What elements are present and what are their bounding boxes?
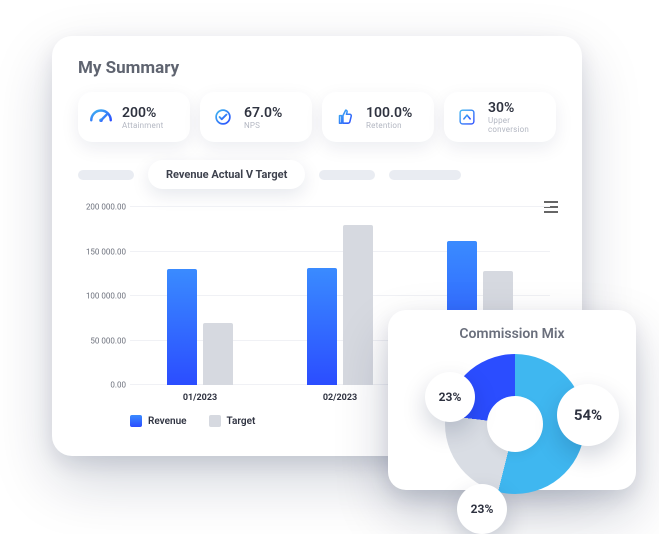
slice-label-b: 23% — [425, 372, 475, 422]
tab-placeholder[interactable] — [78, 170, 134, 180]
bar-group — [130, 207, 270, 385]
y-tick: 50 000.00 — [78, 336, 126, 345]
y-tick: 150 000.00 — [78, 247, 126, 256]
check-circle-icon — [210, 104, 236, 130]
tab-placeholder[interactable] — [389, 170, 461, 180]
caret-up-square-icon — [454, 104, 480, 130]
gauge-icon — [88, 104, 114, 130]
kpi-label: NPS — [244, 121, 282, 130]
kpi-retention[interactable]: 100.0% Retention — [322, 92, 434, 142]
bar-target[interactable] — [203, 323, 233, 385]
page-title: My Summary — [78, 58, 556, 78]
thumbs-up-icon — [332, 104, 358, 130]
chart-legend: Revenue Target — [130, 415, 255, 427]
kpi-upper-conversion[interactable]: 30% Upper conversion — [444, 92, 556, 142]
commission-donut: 54% 23% 23% — [427, 348, 597, 518]
commission-mix-title: Commission Mix — [404, 326, 620, 342]
y-tick: 0.00 — [78, 381, 126, 390]
kpi-label: Attainment — [122, 121, 163, 130]
kpi-value: 67.0% — [244, 105, 282, 121]
kpi-nps[interactable]: 67.0% NPS — [200, 92, 312, 142]
legend-label: Target — [227, 416, 256, 427]
kpi-label: Upper conversion — [488, 116, 546, 134]
kpi-row: 200% Attainment 67.0% NPS — [78, 92, 556, 142]
tab-placeholder[interactable] — [319, 170, 375, 180]
legend-revenue[interactable]: Revenue — [130, 415, 187, 427]
y-tick: 200 000.00 — [78, 203, 126, 212]
slice-label-c: 23% — [457, 484, 507, 534]
kpi-attainment[interactable]: 200% Attainment — [78, 92, 190, 142]
tab-revenue-actual-vs-target[interactable]: Revenue Actual V Target — [148, 160, 305, 189]
kpi-label: Retention — [366, 121, 412, 130]
commission-mix-card: Commission Mix 54% 23% 23% — [388, 310, 636, 490]
legend-label: Revenue — [148, 416, 187, 427]
kpi-value: 100.0% — [366, 105, 412, 121]
swatch-icon — [209, 415, 221, 427]
swatch-icon — [130, 415, 142, 427]
kpi-value: 200% — [122, 105, 163, 121]
kpi-value: 30% — [488, 100, 546, 116]
bar-target[interactable] — [343, 225, 373, 385]
bar-revenue[interactable] — [307, 268, 337, 385]
bar-revenue[interactable] — [167, 269, 197, 385]
x-tick: 01/2023 — [130, 393, 270, 403]
chart-tabs: Revenue Actual V Target — [78, 160, 556, 189]
slice-label-a: 54% — [557, 384, 619, 446]
legend-target[interactable]: Target — [209, 415, 256, 427]
y-tick: 100 000.00 — [78, 292, 126, 301]
